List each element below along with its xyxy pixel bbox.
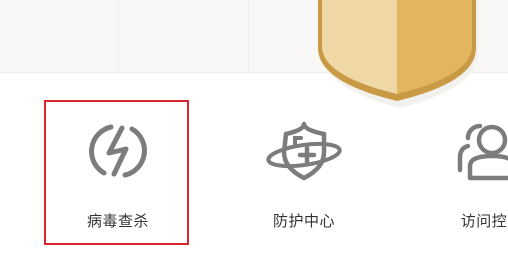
header-divider [248,0,249,72]
feature-label: 访问控 [460,212,508,230]
feature-protection-center[interactable]: 防护中心 [230,100,378,248]
user-group-icon [457,123,508,181]
feature-label: 防护中心 [272,212,335,230]
feature-virus-scan[interactable]: 病毒查杀 [44,100,192,248]
security-shield-logo [318,0,478,108]
security-app-panel: 病毒查杀 防护中心 访问控 [0,0,508,276]
feature-access-control[interactable]: 访问控 [410,100,508,248]
feature-label: 病毒查杀 [86,212,149,230]
shield-orbit-icon [266,121,342,181]
lightning-circle-icon [89,124,147,178]
header-divider [118,0,119,72]
